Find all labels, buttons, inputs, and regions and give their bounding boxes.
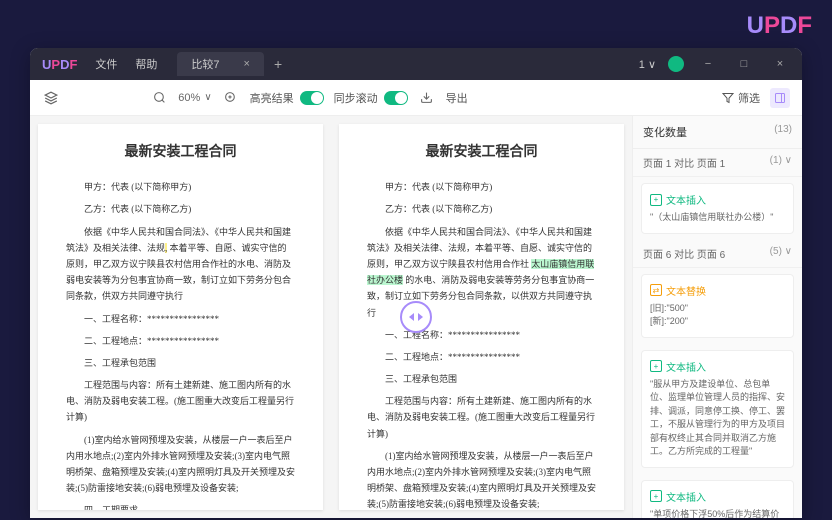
doc-paragraph: 三、工程承包范围 <box>66 355 295 371</box>
doc-title: 最新安装工程合同 <box>66 140 295 165</box>
tab-label: 比较7 <box>191 56 219 72</box>
doc-paragraph: 四、工期要求 <box>66 502 295 510</box>
change-type-replace: ⇄ 文本替换 <box>650 283 785 298</box>
change-type-insert: + 文本插入 <box>650 192 785 207</box>
insert-icon: + <box>650 490 662 502</box>
doc-paragraph: 依据《中华人民共和国合同法》、《中华人民共和国建筑法》及相关法律、法规，本着平等… <box>367 224 596 321</box>
app-window: UPDF 文件 帮助 比较7 × + 1 ∨ − □ × 60% ∨ <box>30 48 802 518</box>
insert-icon: + <box>650 194 662 206</box>
doc-title: 最新安装工程合同 <box>367 140 596 165</box>
menu-file[interactable]: 文件 <box>95 56 117 72</box>
titlebar: UPDF 文件 帮助 比较7 × + 1 ∨ − □ × <box>30 48 802 80</box>
app-logo: UPDF <box>42 57 77 72</box>
menu-help[interactable]: 帮助 <box>135 56 157 72</box>
toolbar: 60% ∨ 高亮结果 同步滚动 导出 筛选 <box>30 80 802 116</box>
sidebar-header: 变化数量 (13) <box>633 116 802 149</box>
change-type-insert: + 文本插入 <box>650 489 785 504</box>
zoom-control[interactable]: 60% ∨ <box>178 92 211 104</box>
changes-sidebar: 变化数量 (13) 页面 1 对比 页面 1 (1) ∨ + 文本插入 "（太山… <box>632 116 802 518</box>
doc-paragraph: 依据《中华人民共和国合同法》、《中华人民共和国建筑法》及相关法律、法规, 本着平… <box>66 224 295 305</box>
sync-scroll-toggle[interactable] <box>384 91 408 105</box>
window-close-button[interactable]: × <box>768 58 792 70</box>
export-label: 导出 <box>446 90 468 106</box>
panel-icon <box>774 92 786 104</box>
left-document-pane[interactable]: 最新安装工程合同 甲方：代表 (以下简称甲方) 乙方：代表 (以下简称乙方) 依… <box>30 116 331 518</box>
insert-icon: + <box>650 360 662 372</box>
panel-toggle-button[interactable] <box>770 88 790 108</box>
change-card[interactable]: ⇄ 文本替换 [旧]:"500" [新]:"200" <box>641 274 794 338</box>
right-page: 最新安装工程合同 甲方：代表 (以下简称甲方) 乙方：代表 (以下简称乙方) 依… <box>339 124 624 510</box>
doc-paragraph: 一、工程名称：**************** <box>66 311 295 327</box>
zoom-in-icon[interactable] <box>222 89 240 107</box>
change-type-insert: + 文本插入 <box>650 359 785 374</box>
doc-paragraph: 甲方：代表 (以下简称甲方) <box>66 179 295 195</box>
page-section-1[interactable]: 页面 1 对比 页面 1 (1) ∨ <box>633 149 802 177</box>
doc-paragraph: (1)室内给水管网预埋及安装，从楼层一户一表后至户内用水地点;(2)室内外排水管… <box>367 448 596 510</box>
right-document-pane[interactable]: 最新安装工程合同 甲方：代表 (以下简称甲方) 乙方：代表 (以下简称乙方) 依… <box>331 116 632 518</box>
change-card[interactable]: + 文本插入 "单项价格下浮50%后作为结算价款付给乙方。（7）乙方必须按" <box>641 480 794 519</box>
filter-button[interactable]: 筛选 <box>722 90 760 106</box>
doc-paragraph: 甲方：代表 (以下简称甲方) <box>367 179 596 195</box>
doc-paragraph: 工程范围与内容：所有土建新建、施工图内所有的水电、消防及弱电安装工程。(施工图重… <box>367 393 596 442</box>
search-icon[interactable] <box>150 89 168 107</box>
change-card[interactable]: + 文本插入 "（太山庙镇信用联社办公楼）" <box>641 183 794 234</box>
app-watermark: UPDF <box>747 12 812 40</box>
version-dropdown[interactable]: 1 ∨ <box>639 58 656 71</box>
pane-divider-handle[interactable] <box>400 301 432 333</box>
filter-icon <box>722 92 734 104</box>
total-count-badge: (13) <box>774 124 792 140</box>
highlight-toggle-group: 高亮结果 <box>250 90 324 106</box>
doc-paragraph: 工程范围与内容：所有土建新建、施工图内所有的水电、消防及弱电安装工程。(施工图重… <box>66 377 295 426</box>
highlight-toggle[interactable] <box>300 91 324 105</box>
doc-paragraph: 一、工程名称：**************** <box>367 327 596 343</box>
export-icon[interactable] <box>418 89 436 107</box>
doc-paragraph: 乙方：代表 (以下简称乙方) <box>66 201 295 217</box>
chevron-down-icon: ∨ <box>204 92 211 103</box>
page-section-6[interactable]: 页面 6 对比 页面 6 (5) ∨ <box>633 240 802 268</box>
tab-close-icon[interactable]: × <box>244 58 250 70</box>
replace-icon: ⇄ <box>650 284 662 296</box>
tab-add-button[interactable]: + <box>274 56 282 72</box>
doc-paragraph: 二、工程地点：**************** <box>367 349 596 365</box>
window-minimize-button[interactable]: − <box>696 58 720 70</box>
document-tab[interactable]: 比较7 × <box>177 52 264 76</box>
doc-paragraph: (1)室内给水管网预埋及安装，从楼层一户一表后至户内用水地点;(2)室内外排水管… <box>66 432 295 497</box>
main-content: 最新安装工程合同 甲方：代表 (以下简称甲方) 乙方：代表 (以下简称乙方) 依… <box>30 116 802 518</box>
window-maximize-button[interactable]: □ <box>732 58 756 70</box>
sync-scroll-toggle-group: 同步滚动 <box>334 90 408 106</box>
doc-paragraph: 三、工程承包范围 <box>367 371 596 387</box>
left-page: 最新安装工程合同 甲方：代表 (以下简称甲方) 乙方：代表 (以下简称乙方) 依… <box>38 124 323 510</box>
layers-icon[interactable] <box>42 89 60 107</box>
doc-paragraph: 二、工程地点：**************** <box>66 333 295 349</box>
user-avatar[interactable] <box>668 56 684 72</box>
change-card[interactable]: + 文本插入 "服从甲方及建设单位、总包单位、监理单位管理人员的指挥、安排、调派… <box>641 350 794 468</box>
doc-paragraph: 乙方：代表 (以下简称乙方) <box>367 201 596 217</box>
highlighted-text: , <box>165 243 167 253</box>
